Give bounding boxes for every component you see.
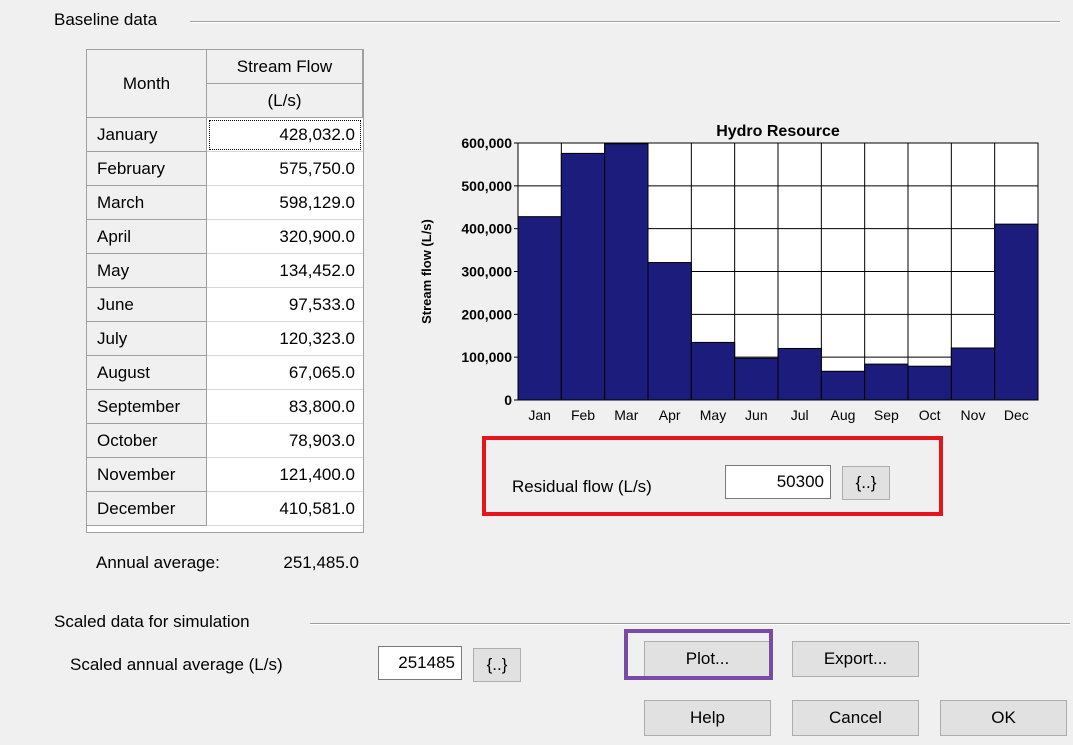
hydro-resource-chart: 0 100,000 200,000 300,000 400,000 500,000 600,… <box>419 123 1039 423</box>
scaled-options-button[interactable]: {..} <box>473 648 521 682</box>
bar <box>690 341 736 401</box>
bar <box>560 152 606 401</box>
scaled-annual-average-input[interactable]: 251485 <box>378 646 462 680</box>
row-flow-cell[interactable]: 410,581.0 <box>207 492 363 526</box>
bar <box>994 223 1039 401</box>
residual-flow-label: Residual flow (L/s) <box>512 477 652 496</box>
row-flow-cell[interactable]: 83,800.0 <box>207 390 363 424</box>
scaled-group-label: Scaled data for simulation <box>52 612 258 632</box>
x-tick-label: Mar <box>614 407 638 423</box>
stream-flow-table[interactable]: Month Stream Flow (L/s) January 428,032.0… <box>86 49 364 533</box>
row-flow-cell[interactable]: 67,065.0 <box>207 356 363 390</box>
row-month: October <box>87 424 207 458</box>
y-axis-label: Stream flow (L/s) <box>419 219 434 324</box>
row-flow-cell[interactable]: 78,903.0 <box>207 424 363 458</box>
x-tick-label: Oct <box>919 407 941 423</box>
bar <box>734 357 779 401</box>
x-tick-label: Nov <box>961 407 986 423</box>
row-month: December <box>87 492 207 526</box>
y-tick-label: 100,000 <box>461 349 512 365</box>
x-tick-label: Sep <box>874 407 899 423</box>
y-tick-label: 200,000 <box>461 306 512 322</box>
x-tick-label: Feb <box>571 407 595 423</box>
x-tick-label: Jul <box>791 407 809 423</box>
cancel-button[interactable]: Cancel <box>792 700 919 736</box>
row-month: April <box>87 220 207 254</box>
ok-button[interactable]: OK <box>940 700 1067 736</box>
row-month: August <box>87 356 207 390</box>
row-flow-cell[interactable]: 121,400.0 <box>207 458 363 492</box>
bar <box>864 363 909 401</box>
row-month: September <box>87 390 207 424</box>
row-flow-cell[interactable]: 575,750.0 <box>207 152 363 186</box>
row-flow-cell[interactable]: 134,452.0 <box>207 254 363 288</box>
row-month: May <box>87 254 207 288</box>
bar <box>604 143 649 401</box>
row-month: March <box>87 186 207 220</box>
export-button[interactable]: Export... <box>792 641 919 677</box>
x-tick-label: Jun <box>745 407 768 423</box>
y-tick-label: 400,000 <box>461 221 512 237</box>
y-tick-label: 0 <box>504 392 512 408</box>
plot-highlight <box>624 629 773 680</box>
row-flow-cell[interactable]: 120,323.0 <box>207 322 363 356</box>
chart-title: Hydro Resource <box>716 123 840 140</box>
row-month: June <box>87 288 207 322</box>
row-month: November <box>87 458 207 492</box>
bar <box>820 370 866 401</box>
bar <box>907 365 952 401</box>
bar <box>950 347 996 401</box>
row-month: January <box>87 118 207 152</box>
scaled-annual-average-label: Scaled annual average (L/s) <box>70 655 283 674</box>
column-header-month: Month <box>87 50 207 118</box>
y-tick-label: 600,000 <box>461 135 512 151</box>
residual-flow-options-button[interactable]: {..} <box>842 466 890 500</box>
bar <box>517 216 562 401</box>
x-tick-label: Jan <box>528 407 551 423</box>
residual-flow-input[interactable]: 50300 <box>725 465 831 499</box>
x-tick-label: Aug <box>831 407 856 423</box>
bar <box>777 347 822 401</box>
row-flow-cell[interactable]: 97,533.0 <box>207 288 363 322</box>
annual-average-label: Annual average: <box>96 553 220 572</box>
annual-average-value: 251,485.0 <box>283 553 359 572</box>
help-button[interactable]: Help <box>644 700 771 736</box>
row-month: July <box>87 322 207 356</box>
y-tick-label: 500,000 <box>461 178 512 194</box>
x-tick-label: May <box>700 407 726 423</box>
y-tick-label: 300,000 <box>461 264 512 280</box>
column-header-flow: Stream Flow <box>207 50 363 84</box>
x-tick-label: Apr <box>659 407 681 423</box>
row-flow-cell[interactable]: 320,900.0 <box>207 220 363 254</box>
row-flow-cell[interactable]: 428,032.0 <box>207 118 363 152</box>
baseline-group-label: Baseline data <box>52 10 166 30</box>
row-flow-cell[interactable]: 598,129.0 <box>207 186 363 220</box>
bar <box>647 262 692 401</box>
row-month: February <box>87 152 207 186</box>
x-tick-label: Dec <box>1004 407 1029 423</box>
column-header-flow-unit: (L/s) <box>207 84 363 118</box>
